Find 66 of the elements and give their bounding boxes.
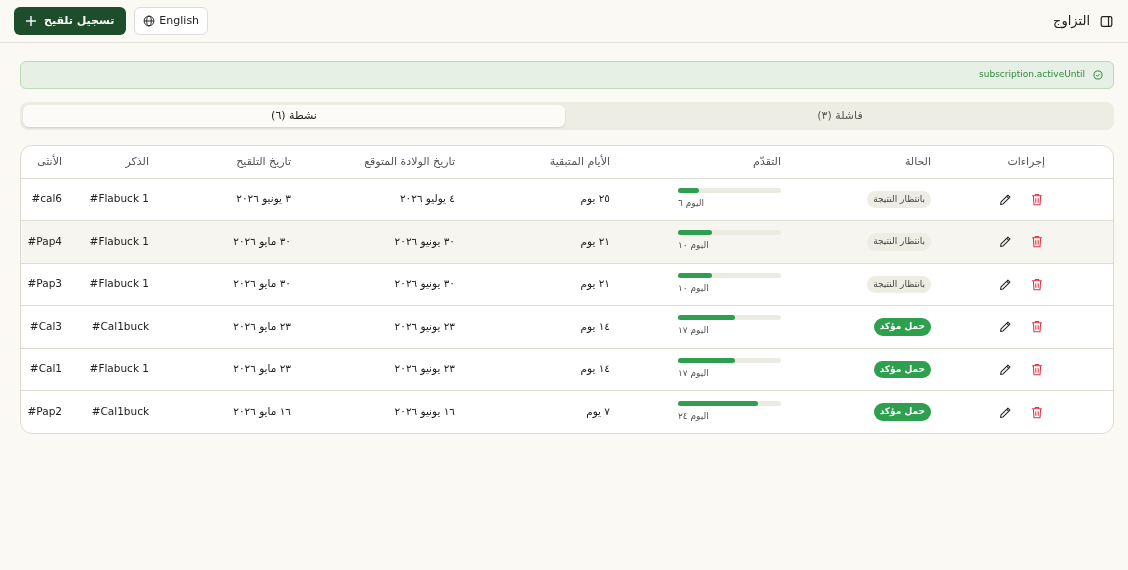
column-header: الأيام المتبقية — [549, 154, 610, 168]
table-cell: ٢٣ يونيو ٢٠٢٦ — [394, 319, 455, 332]
alert-text: subscription.activeUntil — [979, 68, 1085, 82]
globe-icon — [143, 15, 156, 27]
tab[interactable]: فاشلة (٣) — [569, 105, 1111, 127]
table-cell: ٣٠ يونيو ٢٠٢٦ — [394, 277, 455, 290]
status-badge: حمل مؤكد — [873, 403, 931, 421]
table-cell: #Cal1 — [29, 362, 62, 375]
table-cell: #Pap3 — [27, 277, 62, 290]
table-cell: ٣٠ يونيو ٢٠٢٦ — [394, 234, 455, 247]
table-cell: ٢٥ يوم — [580, 192, 610, 205]
status-badge: بانتظار النتيجة — [867, 233, 931, 251]
progress-label: اليوم ١٠ — [678, 239, 709, 253]
column-header: الذكر — [125, 154, 149, 168]
table-cell: ٢٣ يونيو ٢٠٢٦ — [394, 362, 455, 375]
table-cell: ١٦ يونيو ٢٠٢٦ — [394, 405, 455, 418]
table-cell: ١٦ مايو ٢٠٢٦ — [233, 405, 291, 418]
status-badge: بانتظار النتيجة — [867, 190, 931, 208]
table-cell: #cal6 — [31, 192, 62, 205]
progress-label: اليوم ١٧ — [678, 366, 709, 380]
table-cell: #Cal1buck — [91, 405, 149, 418]
column-header: التقدّم — [753, 154, 781, 168]
tab[interactable]: نشطة (٦) — [23, 105, 565, 127]
table-cell: #Flabuck 1 — [89, 362, 149, 375]
sidebar-toggle-icon[interactable] — [1098, 13, 1114, 29]
table-cell: ٢١ يوم — [580, 277, 610, 290]
plus-icon — [26, 16, 36, 26]
status-badge: حمل مؤكد — [873, 360, 931, 378]
table-cell: #Pap2 — [27, 405, 62, 418]
add-mating-button[interactable]: تسجيل تلقيح — [14, 7, 127, 35]
column-header: الأنثى — [37, 154, 62, 168]
table-cell: ٢٣ مايو ٢٠٢٦ — [233, 362, 291, 375]
delete-icon[interactable] — [1029, 404, 1045, 420]
column-header: تاريخ الولادة المتوقع — [364, 154, 455, 168]
progress-label: اليوم ١٠ — [678, 281, 709, 295]
table-cell: #Flabuck 1 — [89, 234, 149, 247]
table-cell: ٧ يوم — [586, 405, 610, 418]
table-cell: ٢٣ مايو ٢٠٢٦ — [233, 319, 291, 332]
language-button[interactable]: English — [134, 7, 209, 35]
delete-icon[interactable] — [1029, 233, 1045, 250]
page-title: التزاوج — [1053, 12, 1090, 31]
delete-icon[interactable] — [1029, 276, 1045, 293]
table-cell: #Flabuck 1 — [89, 277, 149, 290]
table-cell: #Pap4 — [27, 234, 62, 247]
delete-icon[interactable] — [1029, 191, 1045, 208]
table-cell: #Cal3 — [29, 319, 62, 332]
progress-label: اليوم ٦ — [678, 196, 704, 210]
table-cell: ٢١ يوم — [580, 234, 610, 247]
column-header: إجراءات — [1007, 154, 1045, 168]
table-cell: ١٤ يوم — [580, 362, 610, 375]
delete-icon[interactable] — [1029, 361, 1045, 378]
progress-label: اليوم ١٧ — [678, 324, 709, 338]
table-cell: ١٤ يوم — [580, 319, 610, 332]
table-cell: ٣٠ مايو ٢٠٢٦ — [233, 277, 291, 290]
column-header: تاريخ التلقيح — [236, 154, 291, 168]
table-cell: ٤ يوليو ٢٠٢٦ — [399, 192, 455, 205]
column-header: الحالة — [904, 154, 931, 168]
progress-label: اليوم ٢٤ — [678, 409, 709, 423]
status-badge: بانتظار النتيجة — [867, 275, 931, 293]
status-badge: حمل مؤكد — [873, 318, 931, 336]
check-circle-icon — [1093, 70, 1103, 80]
table-cell: ٣٠ مايو ٢٠٢٦ — [233, 234, 291, 247]
delete-icon[interactable] — [1029, 318, 1045, 335]
table-cell: #Cal1buck — [91, 319, 149, 332]
table-cell: #Flabuck 1 — [89, 192, 149, 205]
table-cell: ٣ يونيو ٢٠٢٦ — [236, 192, 291, 205]
